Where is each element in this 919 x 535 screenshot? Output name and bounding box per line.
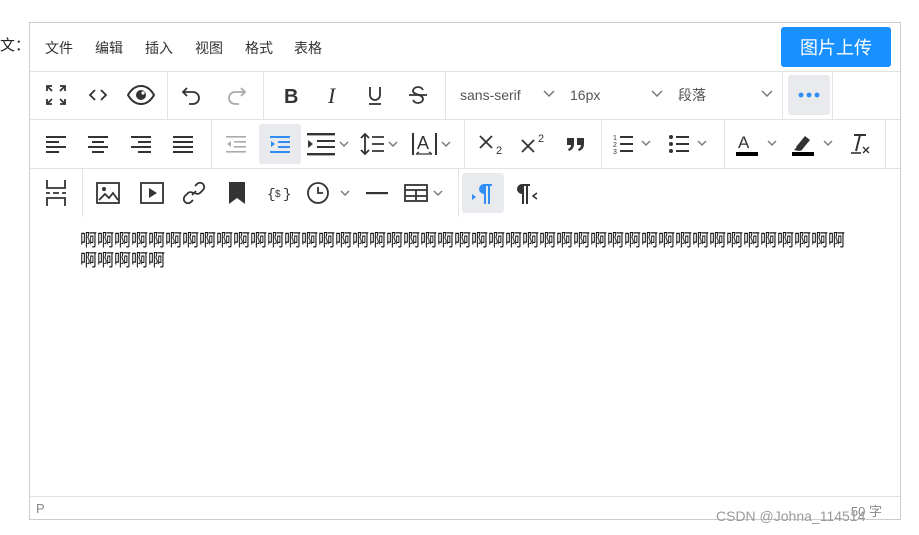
paragraph-spacing-icon[interactable] <box>358 124 404 164</box>
rtl-icon[interactable] <box>508 173 544 213</box>
font-family-value: sans-serif <box>460 87 521 103</box>
svg-text:I: I <box>327 84 337 106</box>
text-color-icon[interactable]: A <box>734 124 784 164</box>
toolbar-row-3: {$} <box>30 169 900 217</box>
menu-table[interactable]: 表格 <box>294 38 322 58</box>
media-icon[interactable] <box>134 173 170 213</box>
watermark: CSDN @Johna_114514 <box>716 508 866 524</box>
strikethrough-icon[interactable] <box>400 75 436 115</box>
font-size-value: 16px <box>570 87 601 103</box>
link-icon[interactable] <box>176 173 212 213</box>
underline-icon[interactable] <box>357 75 393 115</box>
line-height-icon[interactable] <box>306 124 352 164</box>
menubar: 文件 编辑 插入 视图 格式 表格 图片上传 <box>30 23 900 72</box>
svg-text:2: 2 <box>613 142 617 149</box>
page-label: 文： <box>0 37 31 54</box>
svg-text:3: 3 <box>613 149 617 155</box>
indent-icon[interactable] <box>259 124 301 164</box>
menu-insert[interactable]: 插入 <box>145 38 173 58</box>
rich-text-editor: 文件 编辑 插入 视图 格式 表格 图片上传 B I sans-serif 16… <box>29 22 901 520</box>
toolbar-row-2: A 2 2 123 A <box>30 120 900 169</box>
ltr-icon[interactable] <box>462 173 504 213</box>
svg-text:B: B <box>284 86 298 106</box>
block-format-value: 段落 <box>678 87 706 103</box>
preview-icon[interactable] <box>122 75 160 115</box>
element-path[interactable]: P <box>36 501 45 516</box>
blockquote-icon[interactable] <box>558 124 594 164</box>
clear-format-icon[interactable] <box>844 124 878 164</box>
bullet-list-icon[interactable] <box>668 124 714 164</box>
letter-spacing-icon[interactable]: A <box>410 124 458 164</box>
align-justify-icon[interactable] <box>165 124 201 164</box>
menu-format[interactable]: 格式 <box>245 38 273 58</box>
font-size-select[interactable]: 16px <box>570 75 663 115</box>
redo-icon[interactable] <box>219 75 255 115</box>
italic-icon[interactable]: I <box>316 75 352 115</box>
svg-text:1: 1 <box>613 135 617 142</box>
svg-text:2: 2 <box>496 145 502 156</box>
menu-view[interactable]: 视图 <box>195 38 223 58</box>
svg-text:A: A <box>417 133 429 153</box>
page-break-icon[interactable] <box>38 173 74 213</box>
more-icon[interactable] <box>788 75 830 115</box>
horizontal-rule-icon[interactable] <box>362 173 392 213</box>
fullscreen-icon[interactable] <box>38 75 74 115</box>
code-icon[interactable] <box>80 75 116 115</box>
align-center-icon[interactable] <box>80 124 116 164</box>
undo-icon[interactable] <box>173 75 209 115</box>
superscript-icon[interactable]: 2 <box>514 124 552 164</box>
align-right-icon[interactable] <box>123 124 159 164</box>
image-icon[interactable] <box>90 173 126 213</box>
numbered-list-icon[interactable]: 123 <box>612 124 658 164</box>
chevron-down-icon <box>761 90 773 98</box>
outdent-icon[interactable] <box>218 124 254 164</box>
block-format-select[interactable]: 段落 <box>678 75 773 115</box>
editor-content[interactable]: 啊啊啊啊啊啊啊啊啊啊啊啊啊啊啊啊啊啊啊啊啊啊啊啊啊啊啊啊啊啊啊啊啊啊啊啊啊啊啊啊… <box>80 231 860 271</box>
svg-text:A: A <box>738 133 750 152</box>
bold-icon[interactable]: B <box>273 75 309 115</box>
chevron-down-icon <box>543 90 555 98</box>
toolbar-row-1: B I sans-serif 16px 段落 <box>30 71 900 120</box>
menu-edit[interactable]: 编辑 <box>95 38 123 58</box>
template-icon[interactable]: {$} <box>261 173 297 213</box>
table-icon[interactable] <box>402 173 452 213</box>
font-family-select[interactable]: sans-serif <box>460 75 555 115</box>
menu-file[interactable]: 文件 <box>45 38 73 58</box>
svg-text:2: 2 <box>538 133 544 145</box>
bookmark-icon[interactable] <box>219 173 255 213</box>
image-upload-button[interactable]: 图片上传 <box>781 27 891 67</box>
subscript-icon[interactable]: 2 <box>472 124 510 164</box>
chevron-down-icon <box>651 90 663 98</box>
highlight-icon[interactable] <box>790 124 840 164</box>
align-left-icon[interactable] <box>38 124 74 164</box>
svg-text:}: } <box>283 187 291 202</box>
datetime-icon[interactable] <box>304 173 360 213</box>
svg-text:$: $ <box>275 189 281 200</box>
